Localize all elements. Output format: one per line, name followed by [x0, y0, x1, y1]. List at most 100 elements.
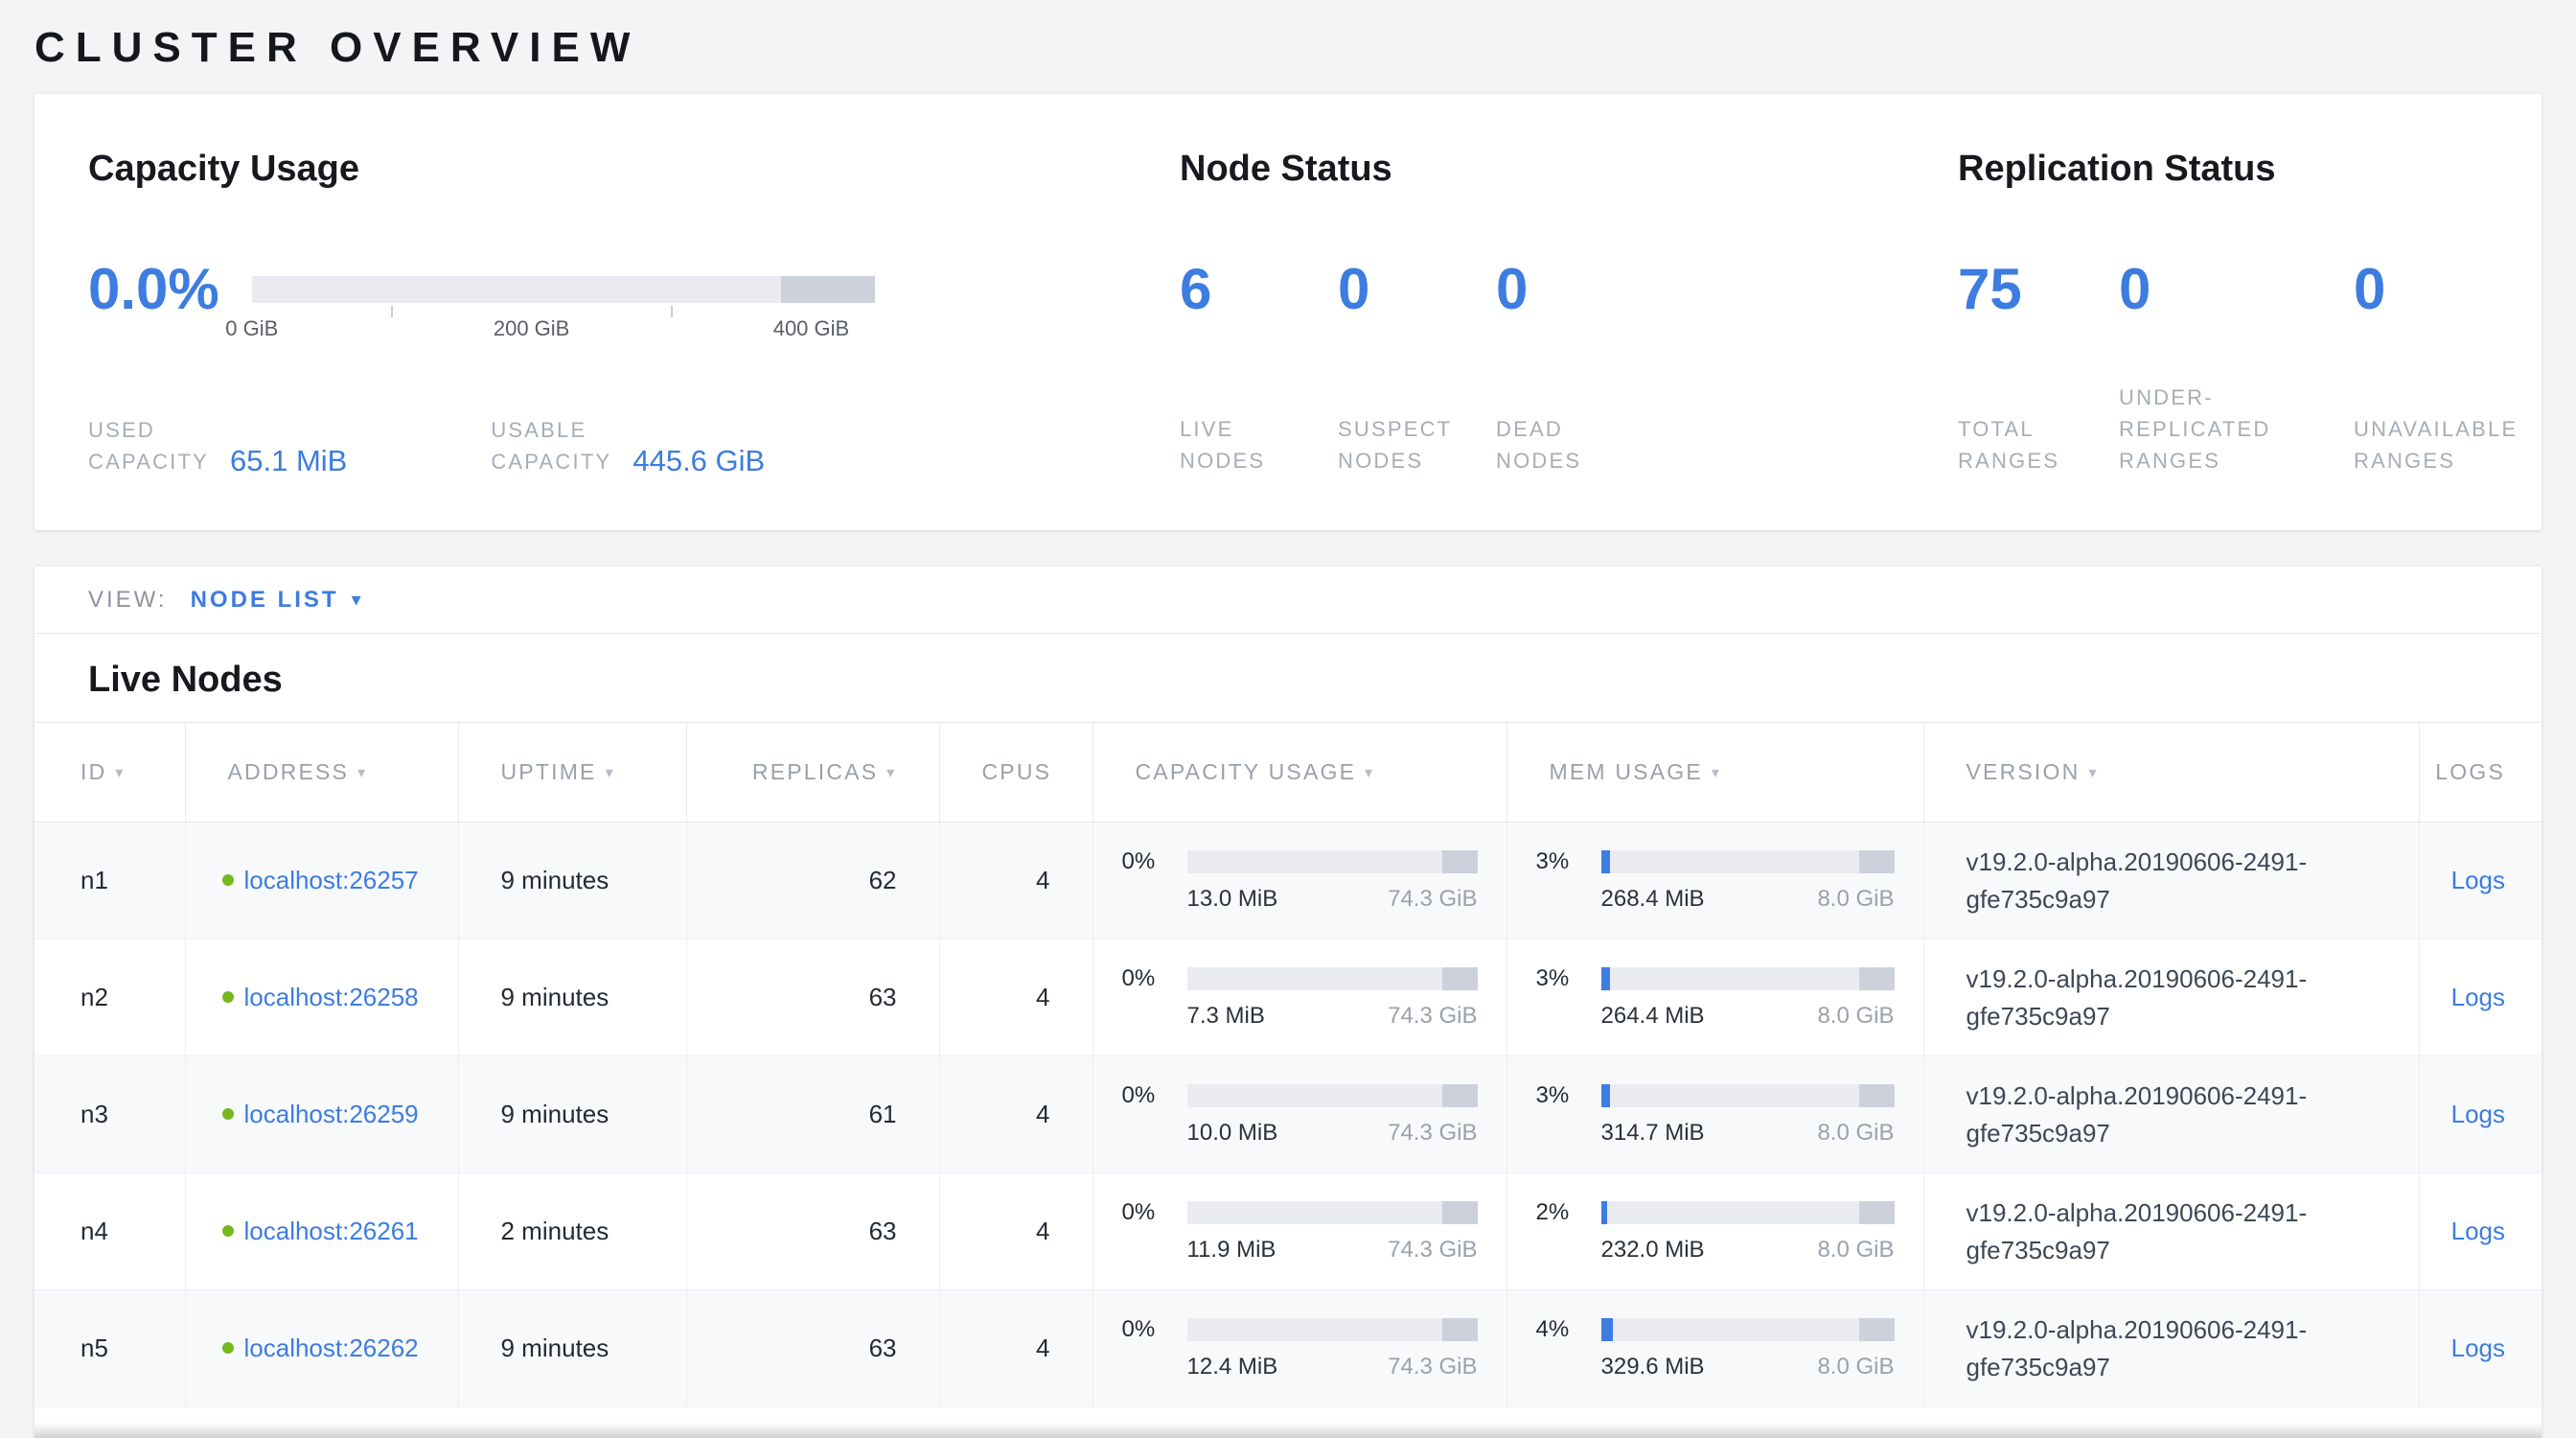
capacity-pct: 0%: [1122, 848, 1187, 875]
node-live-dot-icon: [222, 1108, 234, 1120]
col-header-id[interactable]: ID▾: [34, 723, 185, 823]
node-version-cell: v19.2.0-alpha.20190606-2491-gfe735c9a97: [1923, 823, 2419, 939]
capacity-axis: 0 GiB 200 GiB 400 GiB: [252, 303, 875, 347]
sort-caret-icon: ▾: [1712, 765, 1721, 781]
used-capacity-stat: USED CAPACITY 65.1 MiB: [88, 414, 347, 477]
nodes-card: VIEW: NODE LIST ▾ Live Nodes ID▾ ADDRESS…: [34, 567, 2542, 1438]
capacity-bar: [1187, 1201, 1478, 1224]
node-address-link[interactable]: localhost:26259: [244, 1097, 419, 1131]
mem-usage-cell: 3% 314.7 MiB 8.0 GiB: [1506, 1056, 1923, 1173]
capacity-pct: 0%: [1122, 1082, 1187, 1109]
capacity-usage-section: Capacity Usage 0.0% 0 GiB 200 GiB 400 Gi…: [88, 148, 1180, 477]
sort-caret-icon: ▾: [2088, 765, 2098, 781]
node-replicas-cell: 63: [686, 1173, 939, 1290]
node-id-cell: n1: [34, 823, 185, 939]
mem-total-value: 8.0 GiB: [1817, 1237, 1894, 1264]
col-header-replicas[interactable]: REPLICAS▾: [686, 723, 939, 823]
capacity-usage-meter: 0% 11.9 MiB 74.3 GiB: [1122, 1199, 1478, 1264]
node-logs-cell: Logs: [2419, 823, 2542, 939]
node-live-dot-icon: [222, 1225, 234, 1237]
axis-label-200: 200 GiB: [494, 316, 570, 341]
col-header-version[interactable]: VERSION▾: [1923, 723, 2419, 823]
table-row: n2 localhost:26258 9 minutes 63 4 0%: [34, 939, 2542, 1056]
node-address-link[interactable]: localhost:26262: [244, 1331, 419, 1365]
mem-bar: [1601, 850, 1895, 873]
col-header-capacity-usage[interactable]: CAPACITY USAGE▾: [1092, 723, 1506, 823]
mem-usage-meter: 2% 232.0 MiB 8.0 GiB: [1536, 1199, 1895, 1264]
mem-used-value: 268.4 MiB: [1601, 886, 1705, 913]
capacity-bar: [1187, 1084, 1478, 1107]
node-status-section: Node Status 6 LIVE NODES 0 SUSPECT NODES…: [1180, 148, 1958, 476]
node-version-cell: v19.2.0-alpha.20190606-2491-gfe735c9a97: [1923, 1056, 2419, 1173]
page-title: CLUSTER OVERVIEW: [34, 27, 2542, 69]
logs-link[interactable]: Logs: [2451, 1217, 2505, 1245]
sort-caret-icon: ▾: [886, 765, 896, 781]
capacity-total-value: 74.3 GiB: [1388, 886, 1477, 913]
table-row-partial: [34, 1407, 2542, 1438]
capacity-usage-title: Capacity Usage: [88, 148, 1180, 190]
total-ranges-label: TOTAL RANGES: [1958, 413, 2119, 476]
summary-card: Capacity Usage 0.0% 0 GiB 200 GiB 400 Gi…: [34, 94, 2542, 530]
node-address-link[interactable]: localhost:26261: [244, 1214, 419, 1248]
node-address-link[interactable]: localhost:26257: [244, 863, 419, 897]
node-live-dot-icon: [222, 874, 234, 886]
node-version-cell: v19.2.0-alpha.20190606-2491-gfe735c9a97: [1923, 939, 2419, 1056]
node-cpus-cell: 4: [939, 1056, 1092, 1173]
usable-capacity-label: USABLE CAPACITY: [491, 414, 611, 477]
col-header-mem-usage[interactable]: MEM USAGE▾: [1506, 723, 1923, 823]
node-id-cell: n4: [34, 1173, 185, 1290]
capacity-bar: [252, 276, 875, 303]
mem-usage-meter: 3% 314.7 MiB 8.0 GiB: [1536, 1082, 1895, 1147]
node-cpus-cell: 4: [939, 823, 1092, 939]
axis-label-0: 0 GiB: [225, 316, 278, 341]
node-uptime-cell: 9 minutes: [458, 939, 686, 1056]
mem-bar-fill: [1601, 967, 1610, 990]
logs-link[interactable]: Logs: [2451, 1334, 2505, 1362]
node-cpus-cell: 4: [939, 1290, 1092, 1407]
col-header-address[interactable]: ADDRESS▾: [185, 723, 458, 823]
capacity-usage-cell: 0% 13.0 MiB 74.3 GiB: [1092, 823, 1506, 939]
capacity-bar: [1187, 967, 1478, 990]
node-version-cell: v19.2.0-alpha.20190606-2491-gfe735c9a97: [1923, 1173, 2419, 1290]
suspect-nodes-stat: 0 SUSPECT NODES: [1338, 261, 1496, 476]
capacity-used-value: 11.9 MiB: [1187, 1237, 1276, 1264]
replication-status-section: Replication Status 75 TOTAL RANGES 0 UND…: [1958, 148, 2522, 476]
mem-total-value: 8.0 GiB: [1817, 1003, 1894, 1030]
capacity-bar-tail: [1442, 1084, 1477, 1107]
mem-usage-meter: 3% 264.4 MiB 8.0 GiB: [1536, 965, 1895, 1030]
node-address-cell: localhost:26259: [185, 1056, 458, 1173]
node-cpus-cell: 4: [939, 1173, 1092, 1290]
node-address-cell: localhost:26258: [185, 939, 458, 1056]
col-header-uptime[interactable]: UPTIME▾: [458, 723, 686, 823]
mem-used-value: 329.6 MiB: [1601, 1354, 1705, 1380]
capacity-bar-tail: [1442, 850, 1477, 873]
suspect-nodes-label: SUSPECT NODES: [1338, 413, 1496, 476]
mem-bar-fill: [1601, 1318, 1613, 1341]
logs-link[interactable]: Logs: [2451, 866, 2505, 894]
mem-pct: 3%: [1536, 848, 1601, 875]
logs-link[interactable]: Logs: [2451, 983, 2505, 1011]
mem-bar-fill: [1601, 850, 1610, 873]
view-label: VIEW:: [88, 587, 168, 614]
logs-link[interactable]: Logs: [2451, 1100, 2505, 1128]
usable-capacity-value: 445.6 GiB: [632, 444, 765, 478]
capacity-used-value: 7.3 MiB: [1187, 1003, 1265, 1030]
mem-bar: [1601, 1084, 1895, 1107]
node-logs-cell: Logs: [2419, 939, 2542, 1056]
mem-used-value: 314.7 MiB: [1601, 1120, 1705, 1147]
capacity-used-value: 12.4 MiB: [1187, 1354, 1278, 1380]
mem-bar-tail: [1859, 850, 1895, 873]
node-list-select[interactable]: NODE LIST ▾: [191, 587, 361, 614]
node-replicas-cell: 62: [686, 823, 939, 939]
capacity-bar-tail: [1442, 967, 1477, 990]
capacity-usage-meter: 0% 13.0 MiB 74.3 GiB: [1122, 848, 1478, 913]
mem-bar-tail: [1859, 1318, 1895, 1341]
capacity-usage-cell: 0% 12.4 MiB 74.3 GiB: [1092, 1290, 1506, 1407]
node-live-dot-icon: [222, 991, 234, 1003]
node-address-link[interactable]: localhost:26258: [244, 980, 419, 1014]
table-row: n4 localhost:26261 2 minutes 63 4 0%: [34, 1173, 2542, 1290]
dead-nodes-label: DEAD NODES: [1496, 413, 1581, 476]
node-address-cell: localhost:26261: [185, 1173, 458, 1290]
capacity-used-value: 10.0 MiB: [1187, 1120, 1278, 1147]
capacity-pct: 0%: [1122, 965, 1187, 992]
